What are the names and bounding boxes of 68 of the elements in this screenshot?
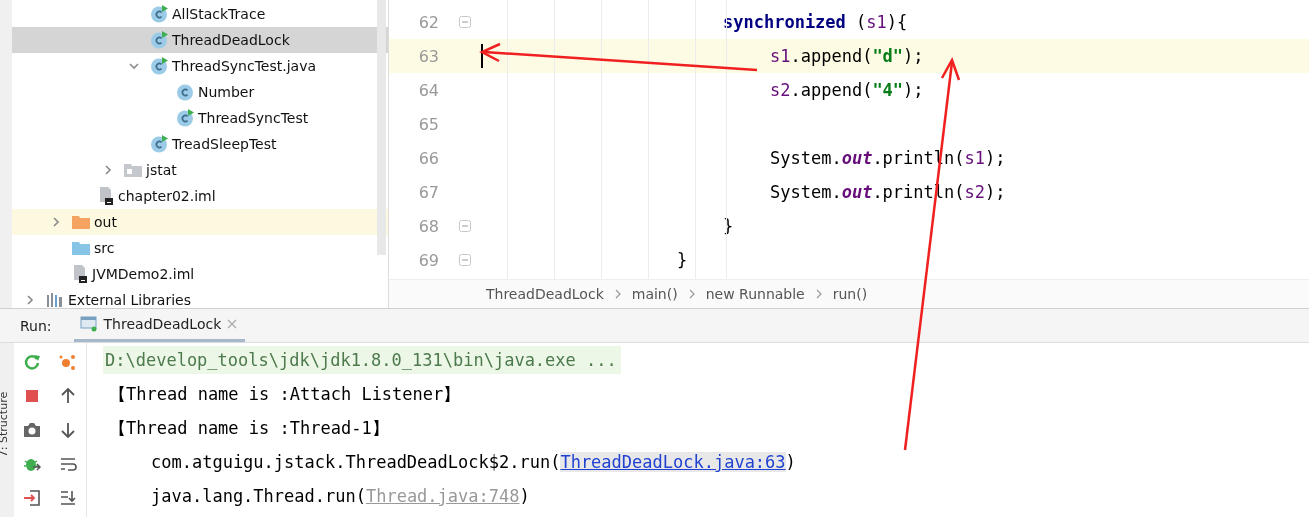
tree-item[interactable]: JVMDemo2.iml [12, 261, 388, 287]
side-tab[interactable]: 7: Structure [0, 391, 11, 458]
console-line: java.lang.Thread.run(Thread.java:748) [151, 486, 530, 506]
code-line: s2.append("4"); [770, 80, 924, 100]
console-icon [79, 316, 98, 332]
up-arrow-icon[interactable] [59, 387, 77, 405]
tree-item[interactable]: ThreadDeadLock [12, 27, 388, 53]
tree-item[interactable]: ThreadSyncTest [12, 105, 388, 131]
chevron-right-icon[interactable] [102, 164, 114, 176]
class-icon [150, 5, 168, 23]
breadcrumb-item[interactable]: run() [832, 286, 868, 302]
breadcrumb-item[interactable]: new Runnable [705, 286, 805, 302]
line-number: 68 [417, 216, 439, 236]
console-line: 【Thread name is :Thread-1】 [109, 416, 389, 440]
file-icon [98, 187, 114, 205]
chevron-down-icon[interactable] [128, 60, 140, 72]
line-number: 65 [417, 114, 439, 134]
dots-graph-icon[interactable] [59, 353, 77, 371]
chevron-right-icon [613, 289, 622, 299]
code-line: } [677, 250, 688, 270]
console-line: 【Thread name is :Attach Listener】 [109, 382, 461, 406]
panel-title: Run: [20, 317, 52, 334]
scrollbar[interactable] [377, 0, 386, 255]
class-icon [150, 57, 168, 75]
tree-item[interactable]: src [12, 235, 388, 261]
chevron-right-icon[interactable] [24, 294, 36, 306]
line-number: 67 [417, 182, 439, 202]
down-arrow-icon[interactable] [59, 421, 77, 439]
chevron-right-icon[interactable] [50, 216, 62, 228]
text-caret [481, 44, 483, 68]
folder-icon [124, 163, 142, 177]
tree-item[interactable]: chapter02.iml [12, 183, 388, 209]
line-number: 63 [417, 46, 439, 66]
line-number: 62 [417, 12, 439, 32]
tree-item[interactable]: jstat [12, 157, 388, 183]
class-icon [150, 135, 168, 153]
line-number: 69 [417, 250, 439, 270]
stop-icon[interactable] [23, 387, 41, 405]
folder-icon [72, 215, 90, 229]
source-link[interactable]: ThreadDeadLock.java:63 [560, 452, 786, 472]
code-line: synchronized (s1){ [723, 12, 908, 32]
tree-item[interactable]: External Libraries [12, 287, 388, 308]
line-number: 64 [417, 80, 439, 100]
scroll-to-end-icon[interactable] [59, 489, 77, 507]
tree-item[interactable]: AllStackTrace [12, 1, 388, 27]
close-icon[interactable] [227, 319, 238, 329]
console-line: com.atguigu.jstack.ThreadDeadLock$2.run(ThreadDeadLock.java:63) [151, 452, 796, 472]
breadcrumb-item[interactable]: main() [631, 286, 678, 302]
soft-wrap-icon[interactable] [59, 455, 77, 473]
tree-item[interactable]: ThreadSyncTest.java [12, 53, 388, 79]
tree-item[interactable]: Number [12, 79, 388, 105]
class-icon [150, 31, 168, 49]
class-icon [176, 83, 194, 101]
chevron-right-icon [814, 289, 823, 299]
chevron-right-icon [687, 289, 696, 299]
folder-icon [72, 241, 90, 255]
library-icon [46, 293, 64, 307]
exit-icon[interactable] [23, 489, 41, 507]
camera-icon[interactable] [23, 421, 41, 439]
run-tab[interactable]: ThreadDeadLock [73, 309, 246, 342]
code-line: s1.append("d"); [770, 46, 924, 66]
line-number: 66 [417, 148, 439, 168]
tree-item[interactable]: out [12, 209, 388, 235]
class-icon [176, 109, 194, 127]
file-icon [72, 265, 88, 283]
tree-item[interactable]: TreadSleepTest [12, 131, 388, 157]
rerun-icon[interactable] [23, 353, 41, 371]
breadcrumb-item[interactable]: ThreadDeadLock [486, 286, 604, 302]
